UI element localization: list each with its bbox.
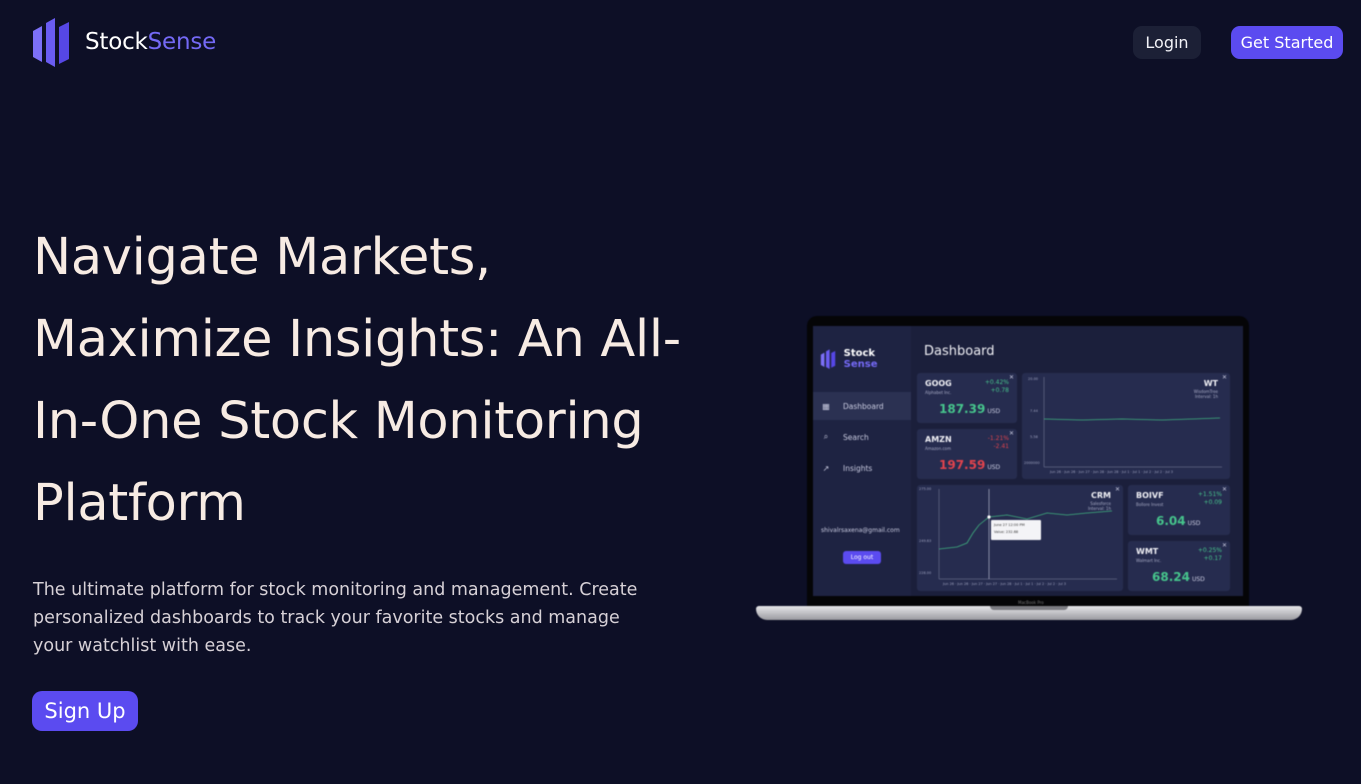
hero-title-line: Maximize Insights: An All- [33, 310, 681, 369]
site-header: StockSense Login Get Started [0, 0, 1361, 84]
mockup-logo: Stock Sense [820, 348, 911, 370]
brand-name: StockSense [85, 29, 217, 55]
grid-icon: ▦ [822, 401, 830, 411]
close-icon: ✕ [1008, 430, 1014, 437]
close-icon: ✕ [1221, 486, 1227, 493]
laptop-notch [990, 606, 1068, 610]
get-started-button[interactable]: Get Started [1231, 26, 1343, 59]
hero-title: Navigate Markets, Maximize Insights: An … [33, 217, 713, 545]
mockup-stock-card: ✕ BOIVF Bollore Invest +1.51% +0.09 6.04 U… [1128, 485, 1230, 535]
hero-title-line: In-One Stock Monitoring [33, 392, 644, 451]
mockup-stock-card: ✕ WMT Walmart Inc. +0.25% +0.17 68.24 USD [1128, 541, 1230, 591]
wt-price-line [1043, 377, 1222, 468]
mockup-logout-button: Log out [843, 551, 881, 564]
laptop-lid: Stock Sense ▦ Dashboard ⌕ Search ↗ Insig… [807, 316, 1249, 609]
hero-description: The ultimate platform for stock monitori… [33, 580, 638, 656]
mockup-nav-insights: ↗ Insights [822, 463, 873, 473]
close-icon: ✕ [1221, 542, 1227, 549]
mockup-chart-card: ✕ CRM Salesforce Interval: 1h 275.00 249.… [917, 485, 1123, 591]
trend-icon: ↗ [822, 463, 830, 473]
mockup-stock-card: ✕ GOOG Alphabet Inc. +0.42% +0.78 187.39 U… [917, 373, 1017, 423]
mockup-sidebar: Stock Sense ▦ Dashboard ⌕ Search ↗ Insig… [813, 326, 911, 596]
hero-title-line: Platform [33, 474, 246, 533]
mockup-nav-search: ⌕ Search [813, 423, 911, 451]
logo-icon [820, 349, 836, 369]
mockup-user-email: shivalrsaxena@gmail.com [821, 527, 900, 534]
login-button[interactable]: Login [1133, 26, 1201, 59]
dashboard-preview-image: Stock Sense ▦ Dashboard ⌕ Search ↗ Insig… [756, 316, 1302, 628]
brand-logo[interactable]: StockSense [33, 17, 216, 67]
mockup-nav-dashboard: ▦ Dashboard [813, 392, 911, 420]
mockup-dashboard-title: Dashboard [924, 344, 995, 359]
search-icon: ⌕ [823, 432, 829, 441]
laptop-screen: Stock Sense ▦ Dashboard ⌕ Search ↗ Insig… [813, 326, 1243, 596]
hero-title-line: Navigate Markets, [33, 228, 491, 287]
mockup-stock-card: ✕ AMZN Amazon.com -1.21% -2.41 197.59 USD [917, 429, 1017, 479]
close-icon: ✕ [1008, 374, 1014, 381]
mockup-chart-card: ✕ WT WisdomTree Interval: 1h 20.00 7.44 5… [1022, 373, 1230, 479]
chart-tooltip: June 27 12:00 PM Value: 232.68 [991, 520, 1041, 540]
sign-up-button[interactable]: Sign Up [32, 691, 138, 731]
logo-icon [33, 18, 69, 67]
device-label: MacBook Pro [1018, 600, 1044, 605]
